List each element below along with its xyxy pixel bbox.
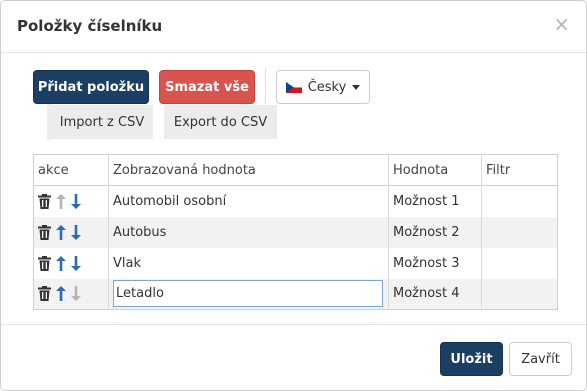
cell-display-value[interactable]: Autobus: [108, 216, 389, 248]
items-table: akce Zobrazovaná hodnota Hodnota Filtr A…: [33, 154, 558, 310]
add-item-button[interactable]: Přidat položku: [33, 70, 149, 104]
dialog-title: Položky číselníku: [17, 17, 163, 35]
arrow-up-icon: [56, 193, 66, 209]
czech-flag-icon: [285, 81, 302, 93]
cell-filter[interactable]: [481, 216, 558, 248]
table-row: Autobus Možnost 2: [33, 216, 558, 248]
delete-all-button[interactable]: Smazat vše: [159, 70, 255, 104]
arrow-down-icon[interactable]: [71, 224, 81, 240]
dialog-body: Přidat položku Smazat vše Česky Import z…: [1, 54, 586, 322]
cell-display-value[interactable]: Vlak: [108, 247, 389, 279]
cell-filter[interactable]: [481, 278, 558, 310]
export-csv-button[interactable]: Export do CSV: [164, 105, 277, 139]
header-value[interactable]: Hodnota: [388, 154, 482, 186]
save-button[interactable]: Uložit: [440, 342, 503, 376]
arrow-down-icon[interactable]: [71, 193, 81, 209]
arrow-up-icon[interactable]: [56, 255, 66, 271]
close-icon[interactable]: ×: [553, 14, 570, 34]
dialog: Položky číselníku × Přidat položku Smaza…: [0, 0, 587, 391]
display-value-input[interactable]: [113, 280, 383, 308]
import-csv-button[interactable]: Import z CSV: [51, 105, 153, 139]
trash-icon[interactable]: [38, 193, 51, 209]
cell-value[interactable]: Možnost 1: [388, 185, 482, 217]
arrow-up-icon[interactable]: [56, 224, 66, 240]
cell-display-value: [108, 278, 389, 310]
toolbar-divider: [265, 68, 266, 104]
language-dropdown[interactable]: Česky: [276, 70, 370, 104]
trash-icon[interactable]: [38, 224, 51, 240]
trash-icon[interactable]: [38, 255, 51, 271]
trash-icon[interactable]: [38, 286, 51, 302]
cell-display-value[interactable]: Automobil osobní: [108, 185, 389, 217]
arrow-down-icon: [71, 286, 81, 302]
caret-down-icon: [352, 84, 361, 90]
dialog-footer: Uložit Zavřít: [1, 324, 586, 390]
close-button[interactable]: Zavřít: [509, 342, 572, 376]
table-row: Vlak Možnost 3: [34, 247, 558, 279]
row-actions: [33, 216, 109, 248]
cell-value[interactable]: Možnost 4: [388, 278, 482, 310]
cell-filter[interactable]: [481, 185, 558, 217]
arrow-up-icon[interactable]: [56, 286, 66, 302]
row-actions: [33, 278, 109, 310]
table-header-row: akce Zobrazovaná hodnota Hodnota Filtr: [33, 154, 558, 186]
header-akce: akce: [33, 154, 109, 186]
row-actions: [34, 186, 109, 217]
language-label: Česky: [307, 79, 347, 95]
table-row: Možnost 4: [33, 278, 558, 310]
row-actions: [34, 248, 109, 279]
header-display[interactable]: Zobrazovaná hodnota: [108, 154, 389, 186]
dialog-header: Položky číselníku ×: [1, 1, 586, 53]
cell-value[interactable]: Možnost 2: [388, 216, 482, 248]
cell-value[interactable]: Možnost 3: [388, 247, 482, 279]
arrow-down-icon[interactable]: [71, 255, 81, 271]
cell-filter[interactable]: [481, 247, 558, 279]
table-row: Automobil osobní Možnost 1: [34, 185, 558, 217]
header-filter[interactable]: Filtr: [481, 154, 558, 186]
